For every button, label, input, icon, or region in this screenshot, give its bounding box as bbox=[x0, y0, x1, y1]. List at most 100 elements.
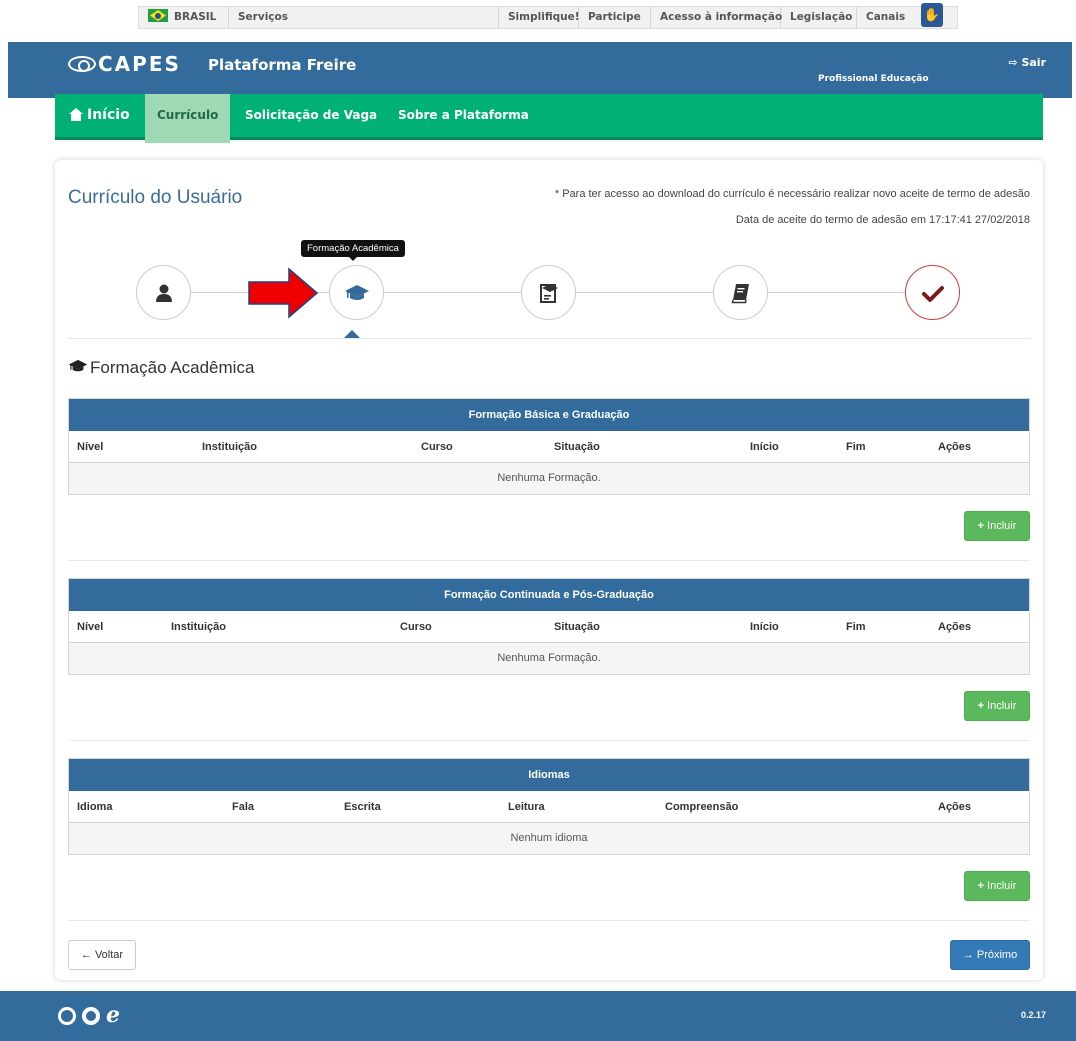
nav-solicitacao-vaga[interactable]: Solicitação de Vaga bbox=[245, 94, 377, 137]
acesso-informacao-link[interactable]: Acesso à informação bbox=[651, 7, 782, 28]
arrow-left-icon: ← bbox=[80, 949, 92, 961]
back-button[interactable]: ← Voltar bbox=[68, 940, 136, 970]
certificate-icon bbox=[540, 284, 558, 303]
step-personal-data[interactable] bbox=[136, 265, 191, 320]
section-title: Formação Acadêmica bbox=[68, 358, 254, 378]
section-title-text: Formação Acadêmica bbox=[90, 358, 255, 377]
platform-name: Plataforma Freire bbox=[208, 56, 357, 74]
col-situacao: Situação bbox=[554, 621, 600, 633]
gov-bar: BRASIL Serviços Simplifique! Participe A… bbox=[0, 0, 1076, 30]
col-escrita: Escrita bbox=[344, 801, 381, 813]
site-footer: e 0.2.17 bbox=[0, 991, 1076, 1041]
include-label: Incluir bbox=[987, 880, 1017, 892]
brasil-label: BRASIL bbox=[174, 11, 217, 23]
canais-link[interactable]: Canais bbox=[857, 7, 913, 28]
col-idioma: Idioma bbox=[77, 801, 113, 813]
col-leitura: Leitura bbox=[508, 801, 545, 813]
plus-icon: + bbox=[977, 880, 985, 892]
col-situacao: Situação bbox=[554, 441, 600, 453]
accessibility-hand-icon[interactable]: ✋ bbox=[921, 3, 943, 27]
step-academic-formation[interactable] bbox=[329, 265, 384, 320]
col-nivel: Nível bbox=[77, 441, 104, 453]
col-instituicao: Instituição bbox=[202, 441, 258, 453]
col-compreensao: Compreensão bbox=[665, 801, 739, 813]
check-icon bbox=[922, 286, 944, 302]
brazil-flag-icon bbox=[148, 9, 168, 22]
chrome-icon[interactable] bbox=[58, 1007, 76, 1025]
col-fim: Fim bbox=[846, 621, 866, 633]
book-icon bbox=[731, 284, 749, 304]
servicos-link[interactable]: Serviços bbox=[229, 7, 499, 28]
next-button[interactable]: → Próximo bbox=[950, 940, 1030, 970]
page-title: Currículo do Usuário bbox=[68, 187, 243, 208]
site-header: CAPES Plataforma Freire ⇨ Sair Profissio… bbox=[8, 42, 1072, 98]
table-basic-formation: Formação Básica e Graduação Nível Instit… bbox=[68, 398, 1030, 495]
include-label: Incluir bbox=[987, 700, 1017, 712]
step-tooltip: Formação Acadêmica bbox=[301, 240, 405, 261]
col-nivel: Nível bbox=[77, 621, 104, 633]
section-divider bbox=[68, 920, 1030, 921]
main-card: Currículo do Usuário * Para ter acesso a… bbox=[55, 160, 1043, 980]
arrow-right-icon: → bbox=[962, 949, 974, 961]
legislacao-link[interactable]: Legislação bbox=[781, 7, 857, 28]
section-divider bbox=[68, 740, 1030, 741]
home-icon bbox=[69, 108, 83, 121]
table-languages-header-row: Idioma Fala Escrita Leitura Compreensão … bbox=[69, 791, 1029, 823]
user-profile-label: Profissional Educação bbox=[818, 74, 929, 84]
plus-icon: + bbox=[977, 700, 985, 712]
next-label: Próximo bbox=[976, 949, 1018, 961]
capes-logo-text: CAPES bbox=[98, 52, 181, 76]
gov-bar-inner: BRASIL Serviços Simplifique! Participe A… bbox=[138, 3, 958, 29]
step-certificates[interactable] bbox=[521, 265, 576, 320]
logout-icon: ⇨ bbox=[1008, 56, 1018, 69]
col-acoes: Ações bbox=[938, 801, 972, 813]
logout-button[interactable]: ⇨ Sair bbox=[1008, 56, 1046, 69]
col-curso: Curso bbox=[421, 441, 453, 453]
nav-sobre-plataforma[interactable]: Sobre a Plataforma bbox=[398, 94, 529, 137]
main-nav: Início Currículo Solicitação de Vaga Sob… bbox=[55, 94, 1043, 143]
table-languages-title: Idiomas bbox=[69, 759, 1029, 791]
col-curso: Curso bbox=[400, 621, 432, 633]
nav-home[interactable]: Início bbox=[69, 94, 130, 137]
nav-home-label: Início bbox=[87, 107, 130, 123]
capes-logo-icon bbox=[68, 56, 96, 72]
app-version: 0.2.17 bbox=[1020, 1010, 1046, 1020]
user-icon bbox=[156, 284, 172, 302]
col-instituicao: Instituição bbox=[171, 621, 227, 633]
brasil-link[interactable]: BRASIL bbox=[139, 7, 229, 28]
table-continued-formation: Formação Continuada e Pós-Graduação Níve… bbox=[68, 578, 1030, 675]
stepper-divider bbox=[68, 338, 1030, 339]
graduation-cap-icon bbox=[68, 359, 88, 372]
table-empty-row: Nenhuma Formação. bbox=[69, 463, 1029, 494]
col-fim: Fim bbox=[846, 441, 866, 453]
table-continued-header-row: Nível Instituição Curso Situação Início … bbox=[69, 611, 1029, 643]
table-continued-title: Formação Continuada e Pós-Graduação bbox=[69, 579, 1029, 611]
acceptance-date-note: Data de aceite do termo de adesão em 17:… bbox=[735, 214, 1030, 226]
include-continued-formation-button[interactable]: + Incluir bbox=[964, 691, 1030, 721]
download-note: * Para ter acesso ao download do currícu… bbox=[554, 188, 1030, 200]
simplifique-link[interactable]: Simplifique! bbox=[499, 7, 580, 28]
graduation-cap-icon bbox=[345, 285, 369, 300]
logout-label: Sair bbox=[1021, 56, 1046, 69]
include-label: Incluir bbox=[987, 520, 1017, 532]
col-inicio: Início bbox=[750, 621, 779, 633]
participe-link[interactable]: Participe bbox=[579, 7, 651, 28]
step-completion[interactable] bbox=[905, 265, 960, 320]
back-label: Voltar bbox=[94, 949, 124, 961]
section-divider bbox=[68, 560, 1030, 561]
table-empty-row: Nenhuma Formação. bbox=[69, 643, 1029, 674]
step-experience[interactable] bbox=[713, 265, 768, 320]
firefox-icon[interactable] bbox=[82, 1007, 100, 1025]
table-languages: Idiomas Idioma Fala Escrita Leitura Comp… bbox=[68, 758, 1030, 855]
nav-curriculo[interactable]: Currículo bbox=[145, 94, 231, 143]
include-basic-formation-button[interactable]: + Incluir bbox=[964, 511, 1030, 541]
include-language-button[interactable]: + Incluir bbox=[964, 871, 1030, 901]
col-inicio: Início bbox=[750, 441, 779, 453]
col-fala: Fala bbox=[232, 801, 255, 813]
col-acoes: Ações bbox=[938, 441, 972, 453]
red-arrow-indicator bbox=[247, 267, 319, 322]
col-acoes: Ações bbox=[938, 621, 972, 633]
table-empty-row: Nenhum idioma bbox=[69, 823, 1029, 854]
plus-icon: + bbox=[977, 520, 985, 532]
internet-explorer-icon[interactable]: e bbox=[106, 1002, 120, 1028]
